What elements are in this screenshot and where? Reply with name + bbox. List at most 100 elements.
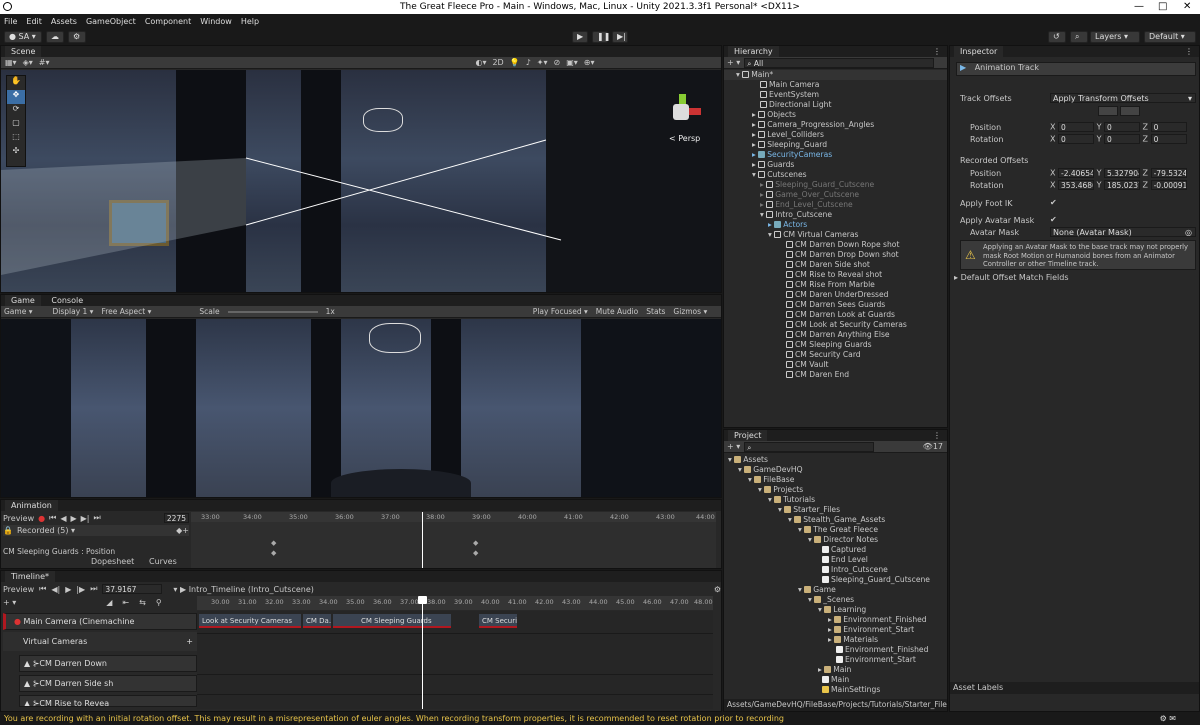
keyframe[interactable]: ◆ <box>473 549 478 557</box>
tree-item[interactable]: ▸ Sleeping_Guard <box>724 140 947 150</box>
menu-file[interactable]: File <box>4 17 17 26</box>
effects-icon[interactable]: ✦▾ <box>537 58 548 67</box>
draw-mode-icon[interactable]: ▦▾ <box>5 58 17 67</box>
last-key-icon[interactable]: ⏭ <box>94 513 101 523</box>
tree-item[interactable]: CM Darren Look at Guards <box>724 310 947 320</box>
tree-item[interactable]: ▸ Level_Colliders <box>724 130 947 140</box>
pin-icon[interactable]: ⚲ <box>156 598 162 607</box>
rec-rot-z[interactable]: -0.00091 <box>1150 180 1187 190</box>
camera-icon[interactable]: ▣▾ <box>566 58 578 67</box>
track-darren-down[interactable]: ▲ ⊱CM Darren Down <box>19 655 197 672</box>
tree-item[interactable]: ▾ GameDevHQ <box>724 465 947 475</box>
tab-scene[interactable]: Scene <box>5 46 42 57</box>
tree-item[interactable]: ▸ Environment_Finished <box>724 615 947 625</box>
tree-item[interactable]: ▾ _Scenes <box>724 595 947 605</box>
offset-rot-y[interactable]: 0 <box>1104 134 1141 144</box>
move-tool-button[interactable] <box>1098 106 1118 116</box>
tree-item[interactable]: ▾ Learning <box>724 605 947 615</box>
tl-tracks-area[interactable]: Look at Security Cameras CM Da... CM Sle… <box>197 596 713 709</box>
tree-item[interactable]: End Level <box>724 555 947 565</box>
layout-dropdown[interactable]: Default ▾ <box>1144 31 1196 43</box>
scene-gizmo[interactable] <box>665 94 701 130</box>
add-track-button[interactable]: + ▾ <box>3 598 16 607</box>
mode-2d-toggle[interactable]: 2D <box>492 58 503 67</box>
scale-tool-icon[interactable]: ▢ <box>7 118 25 132</box>
curves-tab[interactable]: Curves <box>149 557 177 566</box>
tree-item[interactable]: ▾ FileBase <box>724 475 947 485</box>
move-tool-icon[interactable]: ✥ <box>7 90 25 104</box>
play-anim-icon[interactable]: ▶ <box>70 514 76 523</box>
tree-item[interactable]: ▸ Main <box>724 665 947 675</box>
tree-item[interactable]: CM Darren Sees Guards <box>724 300 947 310</box>
close-icon[interactable]: ✕ <box>1183 1 1191 12</box>
display-dropdown[interactable]: Display 1 ▾ <box>52 307 93 316</box>
tl-first-icon[interactable]: ⏮ <box>39 584 46 594</box>
play-focused-dropdown[interactable]: Play Focused ▾ <box>533 307 588 316</box>
recorded-dropdown[interactable]: Recorded (5) ▾ <box>17 526 75 535</box>
tl-preview-toggle[interactable]: Preview <box>3 585 34 594</box>
account-button[interactable]: ● SA ▾ <box>4 31 42 43</box>
tree-item[interactable]: CM Look at Security Cameras <box>724 320 947 330</box>
next-key-icon[interactable]: ▶| <box>81 514 90 523</box>
offset-rot-x[interactable]: 0 <box>1058 134 1095 144</box>
minimize-icon[interactable]: — <box>1134 1 1144 12</box>
clip-look-security[interactable]: Look at Security Cameras <box>199 614 301 628</box>
pause-button[interactable]: ❚❚ <box>592 31 610 43</box>
avatar-mask-field[interactable]: None (Avatar Mask) ◎ <box>1050 227 1196 237</box>
menu-window[interactable]: Window <box>200 17 232 26</box>
offset-pos-x[interactable]: 0 <box>1058 122 1095 132</box>
tree-item[interactable]: ▾ Director Notes <box>724 535 947 545</box>
scale-slider[interactable] <box>227 310 318 313</box>
record-track-icon[interactable]: ● <box>14 617 21 626</box>
track-main-camera[interactable]: ● Main Camera (Cinemachine <box>3 613 197 630</box>
inspector-menu-icon[interactable]: ⋮ <box>1185 46 1193 57</box>
menu-gameobject[interactable]: GameObject <box>86 17 136 26</box>
tree-item[interactable]: ▾ Assets <box>724 455 947 465</box>
tl-ruler[interactable]: 30.00 31.00 32.00 33.00 34.00 35.00 36.0… <box>197 596 713 610</box>
avatar-mask-checkbox[interactable]: ✔ <box>1050 215 1057 224</box>
tree-item[interactable]: Main Camera <box>724 80 947 90</box>
record-icon[interactable]: ● <box>38 514 45 523</box>
stats-button[interactable]: Stats <box>646 307 665 316</box>
anim-property[interactable]: CM Sleeping Guards : Position <box>3 547 115 556</box>
tree-item[interactable]: CM Daren Side shot <box>724 260 947 270</box>
status-icons[interactable]: ⚙ ✉ <box>1160 712 1176 725</box>
offset-pos-z[interactable]: 0 <box>1150 122 1187 132</box>
menu-component[interactable]: Component <box>145 17 191 26</box>
tl-play-icon[interactable]: ▶ <box>65 585 71 594</box>
tree-item[interactable]: CM Rise From Marble <box>724 280 947 290</box>
tl-asset-selector[interactable]: ▾ ▶ Intro_Timeline (Intro_Cutscene) <box>173 585 314 594</box>
tree-item[interactable]: ▾ Game <box>724 585 947 595</box>
tab-animation[interactable]: Animation <box>5 500 58 511</box>
rec-pos-z[interactable]: -79.5324 <box>1150 168 1187 178</box>
transform-tool-icon[interactable]: ✣ <box>7 146 25 160</box>
keyframe[interactable]: ◆ <box>271 539 276 547</box>
persp-label[interactable]: < Persp <box>669 134 700 143</box>
history-icon[interactable]: ↺ <box>1048 31 1066 43</box>
menu-edit[interactable]: Edit <box>26 17 42 26</box>
tree-item[interactable]: Sleeping_Guard_Cutscene <box>724 575 947 585</box>
tree-item[interactable]: ▸ Objects <box>724 110 947 120</box>
rect-tool-icon[interactable]: ⬚ <box>7 132 25 146</box>
mute-audio-button[interactable]: Mute Audio <box>596 307 638 316</box>
preview-toggle[interactable]: Preview <box>3 514 34 523</box>
add-to-group-icon[interactable]: + <box>186 632 193 651</box>
tl-next-icon[interactable]: |▶ <box>76 585 85 594</box>
layers-dropdown[interactable]: Layers ▾ <box>1090 31 1140 43</box>
tl-last-icon[interactable]: ⏭ <box>90 584 97 594</box>
snap-icon[interactable]: ◢ <box>106 598 112 607</box>
tree-item[interactable]: CM Daren UnderDressed <box>724 290 947 300</box>
tree-item[interactable]: ▾ Main* <box>724 70 947 80</box>
tree-item[interactable]: CM Darren Drop Down shot <box>724 250 947 260</box>
frame-field[interactable]: 2275 <box>163 513 189 523</box>
tl-playhead[interactable] <box>422 596 423 709</box>
keyframe[interactable]: ◆ <box>473 539 478 547</box>
tree-item[interactable]: ▸ Guards <box>724 160 947 170</box>
menu-help[interactable]: Help <box>241 17 259 26</box>
game-view-dropdown[interactable]: Game ▾ <box>4 307 32 316</box>
aspect-dropdown[interactable]: Free Aspect ▾ <box>101 307 151 316</box>
tree-item[interactable]: Directional Light <box>724 100 947 110</box>
play-button[interactable]: ▶ <box>572 31 588 43</box>
tree-item[interactable]: EventSystem <box>724 90 947 100</box>
tree-item[interactable]: Intro_Cutscene <box>724 565 947 575</box>
